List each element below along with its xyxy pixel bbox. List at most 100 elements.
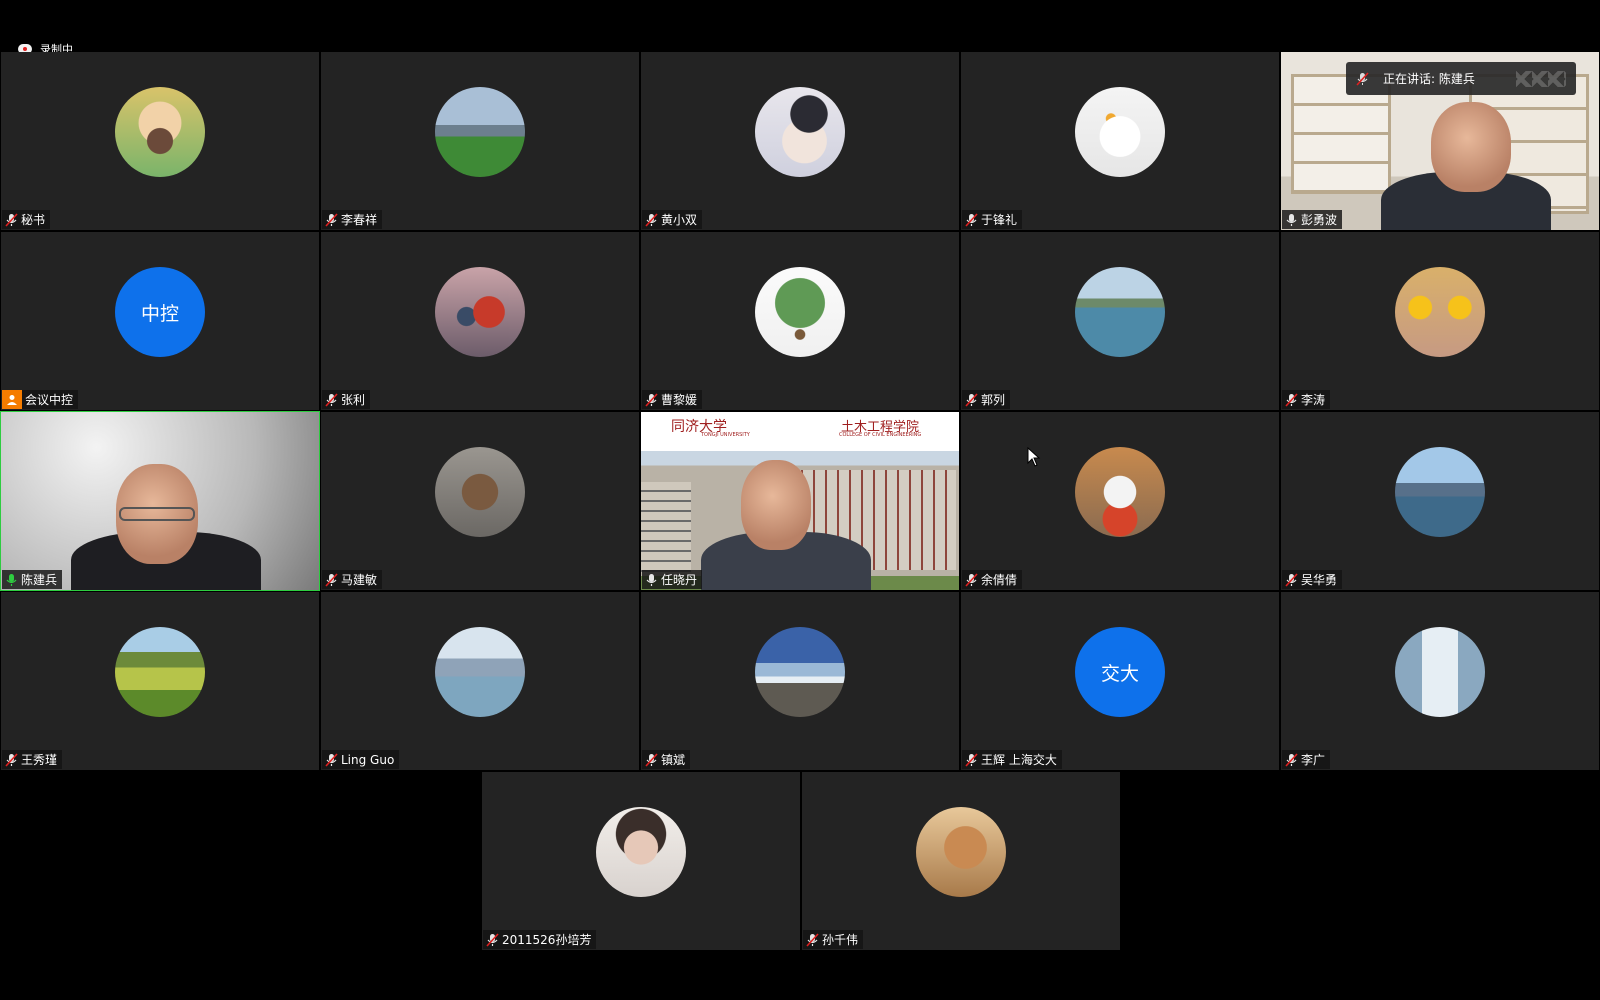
host-person-icon	[2, 390, 22, 409]
avatar	[1075, 87, 1165, 177]
participant-tile[interactable]: 交大王辉 上海交大	[961, 592, 1279, 770]
participant-name: 会议中控	[25, 393, 74, 407]
participant-name: 余倩倩	[981, 573, 1018, 587]
university-logo-subtext: TONGJI UNIVERSITY	[701, 432, 750, 438]
participant-tile[interactable]: 于锋礼	[961, 52, 1279, 230]
participant-name-label: 吴华勇	[1282, 570, 1343, 589]
participant-name-label: 李广	[1282, 750, 1331, 769]
participant-tile[interactable]: 吴华勇	[1281, 412, 1599, 590]
participant-tile[interactable]: 孙千伟	[802, 772, 1120, 950]
participant-name-label: 余倩倩	[962, 570, 1023, 589]
participant-name-label: 黄小双	[642, 210, 703, 229]
muted-mic-icon	[965, 212, 978, 227]
avatar-initials: 交大	[1075, 627, 1165, 717]
participant-name: 曹黎媛	[661, 393, 698, 407]
virtual-background-feed: 同济大学 TONGJI UNIVERSITY 土木工程学院 COLLEGE OF CI…	[641, 412, 959, 590]
participant-name: 张利	[341, 393, 366, 407]
participant-tile[interactable]: 中控 会议中控	[1, 232, 319, 410]
muted-mic-icon	[1285, 752, 1298, 767]
participant-name-label: 2011526孙培芳	[483, 930, 597, 949]
avatar	[1395, 627, 1485, 717]
participant-name-label: 曹黎媛	[642, 390, 703, 409]
participant-name: 彭勇波	[1301, 213, 1338, 227]
participant-tile[interactable]: Ling Guo	[321, 592, 639, 770]
participant-name-label: Ling Guo	[322, 750, 400, 769]
participant-name: 李涛	[1301, 393, 1326, 407]
college-logo-subtext: COLLEGE OF CIVIL ENGINEERING	[839, 432, 922, 438]
avatar	[435, 447, 525, 537]
participant-name: 王辉 上海交大	[981, 753, 1057, 767]
participant-name: 于锋礼	[981, 213, 1018, 227]
participant-tile[interactable]: 同济大学 TONGJI UNIVERSITY 土木工程学院 COLLEGE OF CI…	[641, 412, 959, 590]
avatar	[755, 627, 845, 717]
participant-tile[interactable]: 王秀瑾	[1, 592, 319, 770]
participant-name: 王秀瑾	[21, 753, 58, 767]
participant-tile[interactable]: 李春祥	[321, 52, 639, 230]
active-speaker-label: 正在讲话: 陈建兵	[1383, 72, 1475, 86]
participant-tile[interactable]: 曹黎媛	[641, 232, 959, 410]
participant-tile[interactable]: 镇斌	[641, 592, 959, 770]
participant-tile[interactable]: 秘书	[1, 52, 319, 230]
avatar	[435, 87, 525, 177]
mouse-cursor-icon	[1027, 447, 1041, 467]
muted-mic-icon	[645, 212, 658, 227]
mic-icon	[1286, 213, 1297, 226]
participant-name-label: 李春祥	[322, 210, 383, 229]
participant-name-label: 陈建兵	[2, 570, 63, 589]
participant-tile[interactable]: 黄小双	[641, 52, 959, 230]
participant-name-label: 李涛	[1282, 390, 1331, 409]
muted-mic-icon	[645, 752, 658, 767]
muted-mic-icon	[645, 392, 658, 407]
participant-tile[interactable]: 马建敏	[321, 412, 639, 590]
participant-tile[interactable]: 陈建兵	[0, 411, 320, 591]
participant-tile[interactable]: 余倩倩	[961, 412, 1279, 590]
participant-tile[interactable]: 郭列	[961, 232, 1279, 410]
avatar	[755, 87, 845, 177]
muted-mic-icon	[965, 572, 978, 587]
muted-mic-icon	[325, 392, 338, 407]
muted-mic-icon	[325, 212, 338, 227]
avatar	[1075, 267, 1165, 357]
participant-name-label: 郭列	[962, 390, 1011, 409]
muted-mic-icon	[1356, 71, 1369, 86]
participant-name-label: 镇斌	[642, 750, 691, 769]
muted-mic-icon	[5, 752, 18, 767]
participant-name-label: 彭勇波	[1282, 210, 1343, 229]
participant-name: 马建敏	[341, 573, 378, 587]
participant-name-label: 马建敏	[322, 570, 383, 589]
participant-name-label: 王辉 上海交大	[962, 750, 1062, 769]
participant-name-label: 于锋礼	[962, 210, 1023, 229]
participant-name-label: 会议中控	[2, 390, 79, 409]
participant-name-label: 秘书	[2, 210, 51, 229]
participant-tile[interactable]: 张利	[321, 232, 639, 410]
participant-name: 任晓丹	[661, 573, 698, 587]
muted-mic-icon	[325, 572, 338, 587]
participant-tile[interactable]: 2011526孙培芳	[482, 772, 800, 950]
participant-name-label: 王秀瑾	[2, 750, 63, 769]
participant-tile[interactable]: 李涛	[1281, 232, 1599, 410]
participant-tile[interactable]: 李广	[1281, 592, 1599, 770]
muted-mic-icon	[1285, 572, 1298, 587]
avatar	[1395, 267, 1485, 357]
avatar	[1395, 447, 1485, 537]
video-gallery: 秘书 李春祥 黄小双 于锋礼 彭勇波中控 会议中控张利 曹黎媛 郭列 李涛陈建兵 马建敏 同济大学 T…	[0, 51, 1600, 951]
participant-name-label: 任晓丹	[642, 570, 703, 589]
app-logo-icon	[1516, 70, 1566, 87]
muted-mic-icon	[325, 752, 338, 767]
participant-name: 吴华勇	[1301, 573, 1338, 587]
participant-name: 黄小双	[661, 213, 698, 227]
mic-icon	[6, 573, 17, 586]
mic-icon	[646, 573, 657, 586]
participant-name: 秘书	[21, 213, 46, 227]
participant-name: 郭列	[981, 393, 1006, 407]
participant-name-label: 孙千伟	[803, 930, 864, 949]
active-speaker-banner[interactable]: 正在讲话: 陈建兵	[1346, 62, 1576, 95]
muted-mic-icon	[965, 392, 978, 407]
avatar	[1075, 447, 1165, 537]
muted-mic-icon	[5, 212, 18, 227]
participant-name: 镇斌	[661, 753, 686, 767]
avatar	[755, 267, 845, 357]
avatar	[596, 807, 686, 897]
avatar	[115, 87, 205, 177]
muted-mic-icon	[965, 752, 978, 767]
